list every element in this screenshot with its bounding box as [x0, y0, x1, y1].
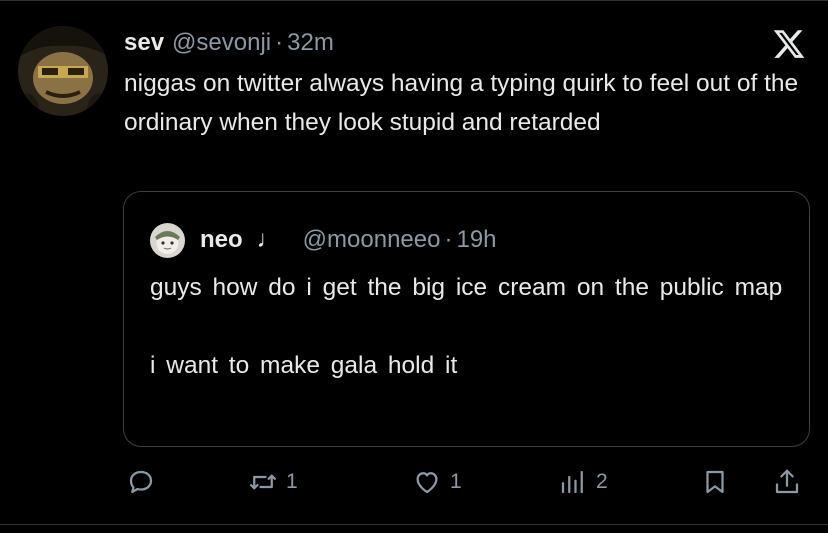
- x-logo-icon: [772, 27, 806, 61]
- views-icon: [558, 467, 588, 497]
- separator-dot: ·: [275, 29, 284, 56]
- like-count: 1: [450, 470, 462, 493]
- reply-icon: [126, 467, 156, 497]
- tweet-text: niggas on twitter always having a typing…: [124, 70, 799, 136]
- tweet-time[interactable]: 32m: [287, 28, 334, 58]
- views-count: 2: [596, 470, 608, 493]
- quote-separator-dot: ·: [444, 226, 453, 253]
- heart-icon: [412, 467, 442, 497]
- author-name[interactable]: sev: [124, 28, 164, 58]
- quote-author-handle[interactable]: @moonneeo: [303, 225, 441, 255]
- bookmark-button[interactable]: [700, 462, 730, 502]
- reply-button[interactable]: [126, 462, 164, 502]
- quote-avatar[interactable]: [150, 223, 185, 258]
- bookmark-icon: [700, 467, 730, 497]
- quote-name-suffix: ♩: [256, 226, 281, 253]
- action-bar: 1 1 2: [0, 462, 828, 502]
- quote-text: guys how do i get the big ice cream on t…: [150, 274, 783, 379]
- avatar[interactable]: [18, 26, 108, 116]
- retweet-count: 1: [286, 470, 298, 493]
- top-divider: [0, 0, 828, 1]
- retweet-icon: [248, 467, 278, 497]
- share-button[interactable]: [772, 462, 802, 502]
- retweet-button[interactable]: 1: [248, 462, 298, 502]
- quoted-tweet[interactable]: neo ♩ @moonneeo · 19h guys how do i get …: [123, 191, 810, 447]
- share-icon: [772, 467, 802, 497]
- views-button[interactable]: 2: [558, 462, 608, 502]
- like-button[interactable]: 1: [412, 462, 462, 502]
- quote-time[interactable]: 19h: [456, 225, 496, 255]
- author-handle[interactable]: @sevonji: [172, 28, 271, 58]
- quote-author-name[interactable]: neo: [200, 225, 243, 255]
- quote-header: neo ♩ @moonneeo · 19h: [200, 225, 497, 255]
- bottom-divider: [0, 524, 828, 525]
- tweet-header: sev @sevonji · 32m: [124, 28, 334, 58]
